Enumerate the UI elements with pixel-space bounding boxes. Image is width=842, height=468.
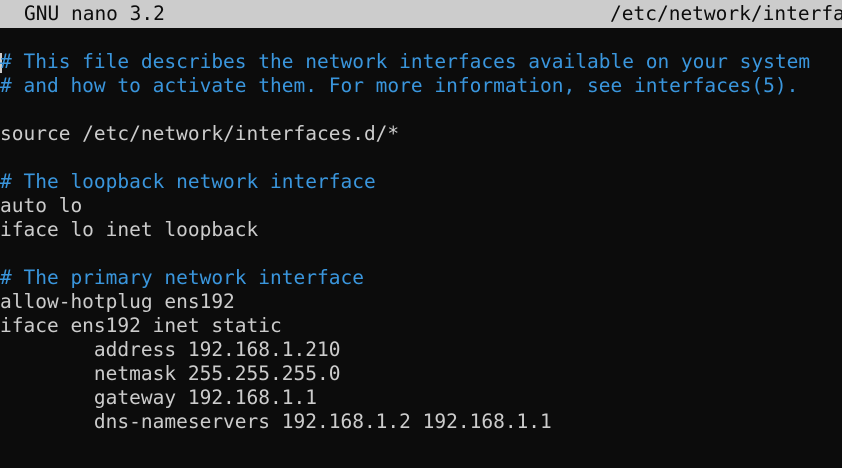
- dns-nameservers-line[interactable]: dns-nameservers 192.168.1.2 192.168.1.1: [0, 410, 842, 434]
- config-line[interactable]: iface lo inet loopback: [0, 218, 842, 242]
- comment-line[interactable]: # and how to activate them. For more inf…: [0, 74, 842, 98]
- address-line[interactable]: address 192.168.1.210: [0, 338, 842, 362]
- app-version-label: GNU nano 3.2: [24, 2, 165, 25]
- blank-line[interactable]: [0, 146, 842, 170]
- comment-line[interactable]: # This file describes the network interf…: [0, 50, 842, 74]
- blank-line[interactable]: [0, 242, 842, 266]
- config-line[interactable]: allow-hotplug ens192: [0, 290, 842, 314]
- netmask-line[interactable]: netmask 255.255.255.0: [0, 362, 842, 386]
- config-line[interactable]: iface ens192 inet static: [0, 314, 842, 338]
- config-line[interactable]: auto lo: [0, 194, 842, 218]
- comment-line[interactable]: # The loopback network interface: [0, 170, 842, 194]
- source-line[interactable]: source /etc/network/interfaces.d/*: [0, 122, 842, 146]
- editor-text-area[interactable]: # This file describes the network interf…: [0, 50, 842, 468]
- blank-line[interactable]: [0, 98, 842, 122]
- nano-editor-window: GNU nano 3.2 /etc/network/interfa # This…: [0, 0, 842, 468]
- file-path-label: /etc/network/interfa: [610, 2, 842, 25]
- nano-title-bar: GNU nano 3.2 /etc/network/interfa: [0, 0, 842, 28]
- comment-line[interactable]: # The primary network interface: [0, 266, 842, 290]
- gateway-line[interactable]: gateway 192.168.1.1: [0, 386, 842, 410]
